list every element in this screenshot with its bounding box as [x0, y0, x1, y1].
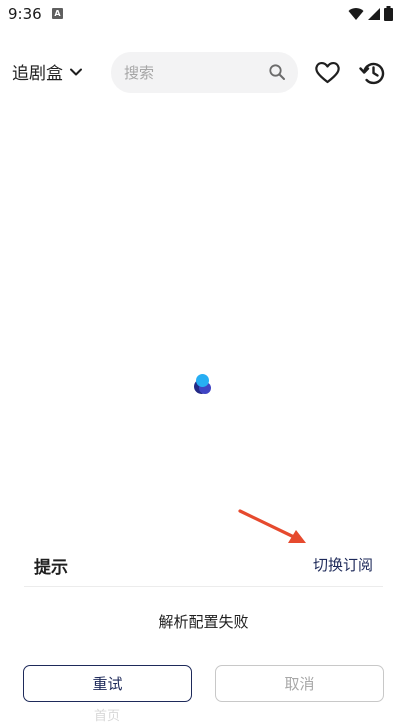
signal-icon	[368, 7, 380, 20]
search-icon[interactable]	[268, 63, 286, 81]
chevron-down-icon	[70, 68, 82, 75]
search-box[interactable]	[111, 52, 298, 93]
switch-subscription-link[interactable]: 切换订阅	[313, 554, 373, 575]
dialog-message: 解析配置失败	[158, 613, 249, 631]
heart-icon[interactable]	[314, 60, 341, 85]
annotation-arrow-icon	[238, 509, 306, 543]
search-input[interactable]	[124, 52, 264, 93]
source-selector[interactable]: 追剧盒	[12, 59, 85, 84]
dialog-divider	[24, 586, 383, 587]
notification-a-icon: A	[52, 8, 63, 19]
loader-dot	[196, 374, 209, 387]
wifi-icon	[348, 7, 364, 20]
source-title: 追剧盒	[12, 64, 63, 84]
status-icons	[348, 6, 393, 21]
cancel-button[interactable]: 取消	[215, 665, 384, 702]
status-bar: 9:36 A	[0, 0, 407, 28]
history-icon[interactable]	[359, 59, 387, 87]
obscured-tab-label: 首页	[94, 709, 121, 724]
status-time: 9:36	[8, 5, 42, 23]
dialog-title: 提示	[34, 558, 68, 578]
battery-icon	[384, 6, 393, 21]
retry-button[interactable]: 重试	[23, 665, 192, 702]
top-header: 追剧盒	[0, 50, 407, 96]
loading-spinner	[193, 374, 213, 394]
